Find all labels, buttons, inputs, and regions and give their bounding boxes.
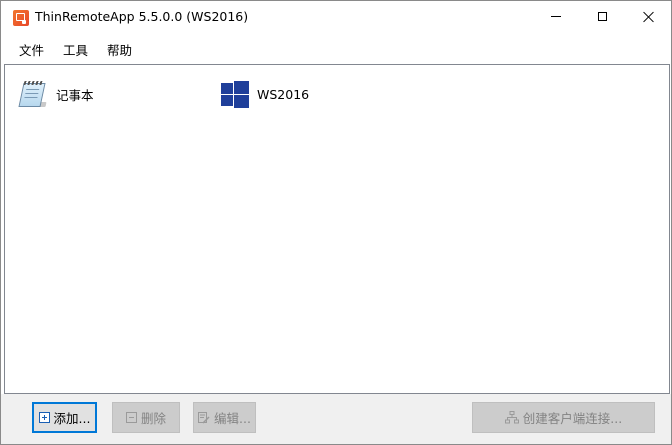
maximize-button[interactable]	[579, 1, 625, 32]
windows-logo-icon	[219, 78, 251, 110]
create-client-connection-label: 创建客户端连接...	[522, 411, 623, 426]
close-button[interactable]	[625, 1, 671, 32]
title-bar[interactable]: ThinRemoteApp 5.5.0.0 (WS2016)	[1, 1, 671, 32]
menu-file[interactable]: 文件	[17, 40, 46, 59]
menu-help[interactable]: 帮助	[105, 40, 134, 59]
add-icon	[38, 412, 50, 423]
action-bar: 添加... 删除 编辑... 创建客户端连接...	[1, 394, 671, 444]
window-title: ThinRemoteApp 5.5.0.0 (WS2016)	[35, 9, 249, 24]
app-item-label: WS2016	[257, 86, 310, 102]
menu-bar: 文件 工具 帮助	[1, 32, 671, 64]
close-icon	[643, 11, 654, 22]
edit-icon	[198, 411, 210, 424]
minimize-button[interactable]	[533, 1, 579, 32]
add-button[interactable]: 添加...	[32, 402, 97, 433]
app-logo-icon	[13, 10, 29, 26]
minimize-icon	[551, 16, 561, 17]
remote-app-list[interactable]: 记事本 WS2016	[4, 64, 670, 394]
app-item-ws2016[interactable]: WS2016	[219, 77, 309, 111]
app-item-label: 记事本	[56, 87, 94, 103]
network-icon	[504, 411, 519, 424]
create-client-connection-button[interactable]: 创建客户端连接...	[472, 402, 655, 433]
notepad-icon	[18, 78, 50, 110]
delete-button-label: 删除	[140, 411, 166, 426]
delete-icon	[125, 412, 137, 423]
edit-button-label: 编辑...	[214, 411, 251, 426]
app-window: ThinRemoteApp 5.5.0.0 (WS2016) 文件 工具 帮助 …	[0, 0, 672, 445]
app-item-notepad[interactable]: 记事本	[18, 77, 94, 111]
add-button-label: 添加...	[53, 411, 91, 426]
delete-button[interactable]: 删除	[112, 402, 180, 433]
menu-tools[interactable]: 工具	[61, 40, 90, 59]
maximize-icon	[597, 12, 607, 21]
edit-button[interactable]: 编辑...	[193, 402, 256, 433]
